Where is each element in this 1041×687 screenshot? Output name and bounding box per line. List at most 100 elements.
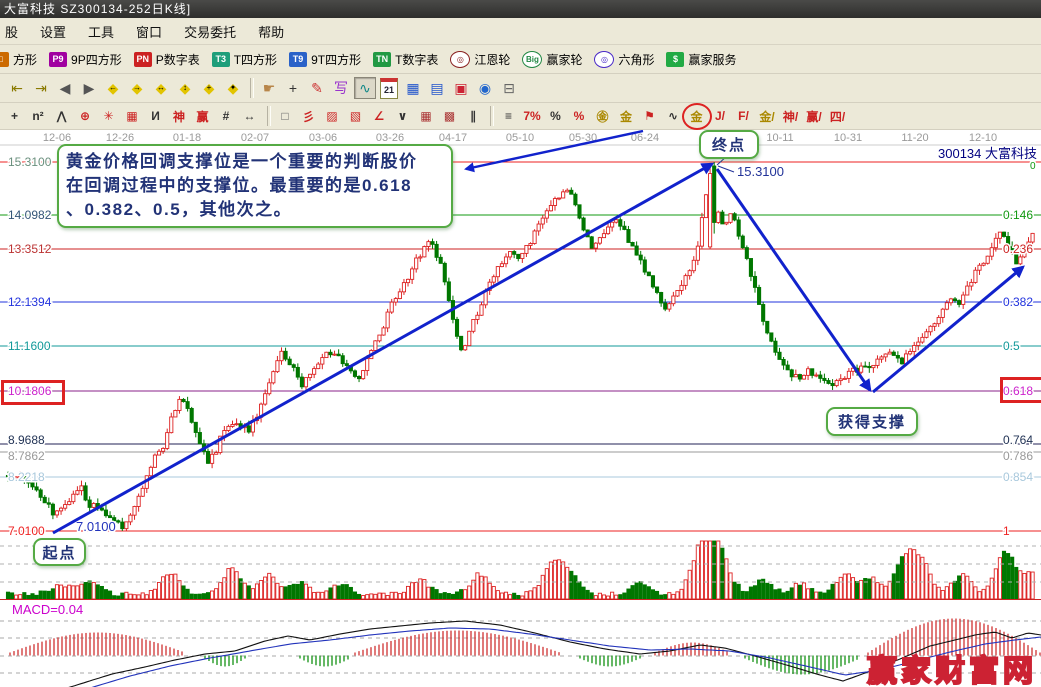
site-watermark: 赢家财富网 [867,646,1037,687]
date-tick: 05-10 [506,132,534,144]
step-back-icon[interactable]: ◀ [54,77,76,99]
zigzag-icon[interactable]: И [145,106,166,127]
j-angle-icon[interactable]: J/ [710,106,731,127]
pan-hand-icon[interactable]: ☛ [258,77,280,99]
grid-dark-icon[interactable]: ▩ [439,106,460,127]
flag-marker-icon[interactable]: ⚑ [639,106,660,127]
save-icon[interactable]: ▣ [450,77,472,99]
date-tick: 03-26 [376,132,404,144]
fib-ratio-label-0.382: 0.382 [1003,295,1033,309]
percent-slash-icon[interactable]: 7% [522,106,543,127]
parallel-lines-icon[interactable]: ∥ [463,106,484,127]
print-icon[interactable]: ⊟ [498,77,520,99]
calculator-icon[interactable]: ▦ [402,77,424,99]
gold-levels-icon[interactable]: 金 [616,106,637,127]
wave-zigzag-icon[interactable]: ∨ [392,106,413,127]
menu-item-4[interactable]: 交易委托 [173,19,247,44]
p-number-table-tool-button[interactable]: PNP数字表 [132,51,200,68]
t-number-table-tool-button[interactable]: TNT数字表 [371,51,438,68]
9p-square-tool-label: 9P四方形 [71,51,122,68]
menu-item-2[interactable]: 工具 [77,19,125,44]
f-angle-icon[interactable]: F/ [733,106,754,127]
box-tool-icon[interactable]: □ [275,106,296,127]
kline-chart-region[interactable]: 12-0612-2601-1802-0703-0603-2604-1705-10… [0,130,1041,687]
go-first-icon[interactable]: ⇤ [6,77,28,99]
winner-wheel-tool-button[interactable]: Big赢家轮 [520,51,582,68]
crosshair-icon[interactable]: + [282,77,304,99]
date-tick: 04-17 [439,132,467,144]
ying-tool-icon[interactable]: 赢 [192,106,213,127]
volume-levels-icon[interactable]: ≡ [498,106,519,127]
ying-angle-icon[interactable]: 赢/ [804,106,825,127]
gann-circle-icon[interactable]: ⊕ [75,106,96,127]
gann-grid-box-icon[interactable]: ▦ [122,106,143,127]
grid-red-icon[interactable]: ▦ [416,106,437,127]
fib-numbers-icon[interactable]: n² [28,106,49,127]
hexagon-tool-icon: ◎ [594,51,614,68]
date-tick: 12-26 [106,132,134,144]
shen-angle-icon[interactable]: 神/ [780,106,801,127]
golden-retracement-icon[interactable]: 金 [686,106,707,127]
draw-pen-icon[interactable]: ✎ [306,77,328,99]
toolbar-separator [267,106,271,126]
trendline-start-price-label: 7.0100 [76,519,116,534]
9p-square-tool-button[interactable]: P9 9P四方形 [47,51,122,68]
a-wave-icon[interactable]: ∿ [663,106,684,127]
fan-lines-icon[interactable]: 彡 [298,106,319,127]
report-icon[interactable]: ▤ [426,77,448,99]
date-axis: 12-0612-2601-1802-0703-0603-2604-1705-10… [43,132,997,144]
golden-retracement-note-box[interactable]: 黄金价格回调支撑位是一个重要的判断股价 在回调过程中的支撑位。最重要的是0.61… [57,144,453,228]
shen-tool-icon[interactable]: 神 [169,106,190,127]
expand-horizontal-icon[interactable]: ◆↔ [150,77,172,99]
menu-item-1[interactable]: 设置 [29,19,77,44]
shift-left-icon[interactable]: ◆← [102,77,124,99]
fib-price-label-15.3100: 15.3100 [8,155,52,169]
step-forward-icon[interactable]: ▶ [78,77,100,99]
square-tool-button[interactable]: □ 方形 [0,51,37,68]
wave-analyzer-icon[interactable]: ∿ [354,77,376,99]
winner-service-button[interactable]: $赢家服务 [664,51,736,68]
percent-icon[interactable]: % [545,106,566,127]
gann-star-icon[interactable]: ✳ [98,106,119,127]
menu-item-5[interactable]: 帮助 [247,19,295,44]
calendar-icon[interactable]: 21 [378,77,400,99]
zoom-in-all-icon[interactable]: ◆+ [198,77,220,99]
number-grid-icon[interactable]: # [216,106,237,127]
zoom-out-all-icon[interactable]: ◆✦ [222,77,244,99]
shift-right-icon[interactable]: ◆→ [126,77,148,99]
range-measure-icon[interactable]: ↔ [239,106,260,127]
expand-vertical-icon[interactable]: ◆↕ [174,77,196,99]
menu-item-3[interactable]: 窗口 [125,19,173,44]
menu-item-0[interactable]: 股 [0,19,29,44]
four-angle-icon[interactable]: 四/ [827,106,848,127]
hexagon-tool-label: 六角形 [618,51,654,68]
angle-line-icon[interactable]: ⋀ [51,106,72,127]
square-tool-label: 方形 [13,51,37,68]
percent-levels-icon[interactable]: % [569,106,590,127]
speed-lines-icon[interactable]: ∠ [369,106,390,127]
t-square-tool-button[interactable]: T3T四方形 [210,51,277,68]
gold-angle-icon[interactable]: 金/ [757,106,778,127]
title-bar[interactable]: 大富科技 SZ300134-252日K线] [0,0,1041,18]
note-pointer-arrow [466,131,643,169]
9t-square-tool-icon: T9 [289,52,307,67]
square-tool-icon: □ [0,52,9,67]
notes-tool-icon[interactable]: 写 [330,77,352,99]
toolbar-separator [250,78,254,98]
hexagon-tool-button[interactable]: ◎六角形 [592,51,654,68]
draw-toolbar: +n²⋀⊕✳▦И神赢#↔□彡▨▧∠∨▦▩∥≡7%%%㊎金⚑∿金J/F/金/神/赢… [0,103,1041,130]
p-number-table-tool-icon: PN [134,52,152,67]
cross-line-icon[interactable]: + [4,106,25,127]
support-label-box[interactable]: 获得支撑 [826,407,918,436]
go-last-icon[interactable]: ⇥ [30,77,52,99]
startpoint-label-box[interactable]: 起点 [33,538,86,566]
9p-square-tool-icon: P9 [49,52,67,67]
9t-square-tool-button[interactable]: T99T四方形 [287,51,361,68]
endpoint-label-box[interactable]: 终点 [699,130,759,159]
gold-circle-icon[interactable]: ㊎ [592,106,613,127]
network-icon[interactable]: ◉ [474,77,496,99]
gann-wheel-tool-button[interactable]: ◎江恩轮 [448,51,510,68]
note-line-2: 在回调过程中的支撑位。最重要的是0.618 [66,174,444,198]
fan-box-dark-icon[interactable]: ▧ [345,106,366,127]
fan-box-icon[interactable]: ▨ [322,106,343,127]
